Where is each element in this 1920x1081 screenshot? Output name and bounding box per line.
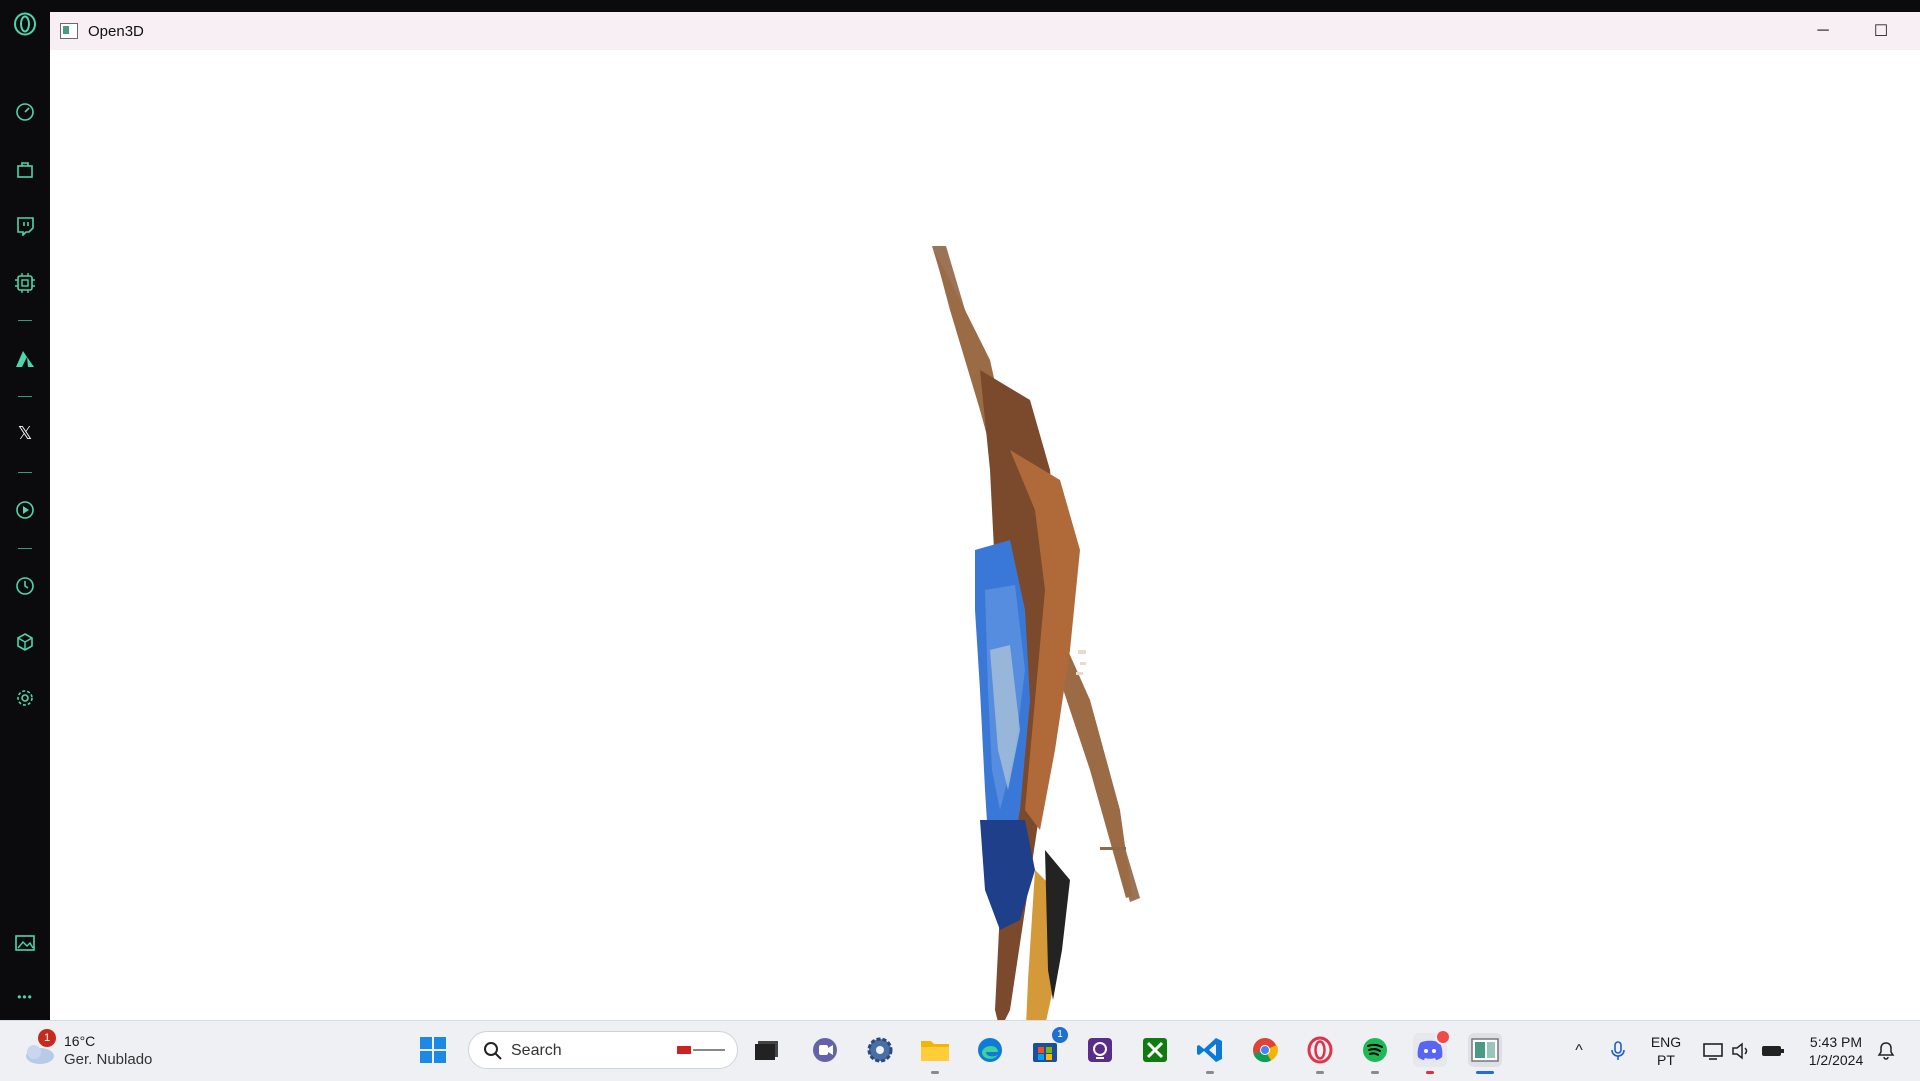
settings-icon[interactable]: [863, 1033, 897, 1067]
clock[interactable]: 5:43 PM 1/2/2024: [1798, 1033, 1874, 1069]
store-badge: 1: [1052, 1027, 1068, 1043]
volume-icon[interactable]: [1729, 1021, 1753, 1081]
discord-icon[interactable]: [1413, 1029, 1451, 1074]
running-indicator: [1206, 1071, 1214, 1074]
weather-temperature: 16°C: [64, 1033, 96, 1049]
chrome-icon[interactable]: [1248, 1033, 1282, 1067]
open3d-taskbar-icon[interactable]: [1468, 1033, 1502, 1074]
tray-chevron-icon[interactable]: ^: [1566, 1021, 1592, 1081]
sidebar-separator: [18, 472, 32, 473]
shop-icon[interactable]: [13, 157, 37, 181]
sidebar-separator: [18, 396, 32, 397]
maximize-button[interactable]: ☐: [1852, 12, 1910, 50]
app-icon[interactable]: [1083, 1033, 1117, 1067]
settings-gear-icon[interactable]: [13, 686, 37, 710]
history-icon[interactable]: [13, 574, 37, 598]
notification-center-icon[interactable]: [1874, 1021, 1898, 1081]
search-icon: [484, 1042, 502, 1060]
xbox-icon[interactable]: [1138, 1033, 1172, 1067]
edge-icon[interactable]: [973, 1033, 1007, 1067]
task-view-icon[interactable]: [750, 1033, 784, 1067]
battery-icon[interactable]: [1760, 1021, 1786, 1081]
search-highlight-icon: [677, 1046, 727, 1054]
aria-icon[interactable]: [13, 346, 37, 370]
3d-viewport[interactable]: [50, 50, 1920, 1020]
gx-control-icon[interactable]: [13, 271, 37, 295]
clock-date: 1/2/2024: [1808, 1052, 1864, 1068]
vscode-icon[interactable]: [1193, 1033, 1227, 1074]
twitch-icon[interactable]: [13, 214, 37, 238]
more-icon[interactable]: •••: [13, 985, 37, 1009]
search-label: Search: [511, 1042, 562, 1059]
extensions-cube-icon[interactable]: [13, 630, 37, 654]
window-titlebar[interactable]: Open3D ─ ☐: [50, 12, 1920, 50]
microphone-icon[interactable]: [1605, 1021, 1631, 1081]
speed-dial-icon[interactable]: [13, 100, 37, 124]
open3d-window: Open3D ─ ☐: [50, 12, 1920, 1020]
weather-badge: 1: [38, 1029, 56, 1047]
network-icon[interactable]: [1702, 1021, 1726, 1081]
language-primary: ENG: [1650, 1034, 1682, 1050]
running-indicator: [1426, 1071, 1434, 1074]
start-icon[interactable]: [416, 1033, 450, 1067]
teams-icon[interactable]: [808, 1033, 842, 1067]
minimize-button[interactable]: ─: [1794, 12, 1852, 50]
point-cloud-render: [932, 246, 1140, 1020]
spotify-icon[interactable]: [1358, 1033, 1392, 1074]
weather-description: Ger. Nublado: [64, 1051, 153, 1068]
player-icon[interactable]: [13, 498, 37, 522]
weather-widget[interactable]: 1 16°C Ger. Nublado: [20, 1029, 180, 1073]
x-twitter-icon[interactable]: 𝕏: [13, 421, 37, 445]
language-indicator[interactable]: ENG PT: [1644, 1033, 1688, 1069]
search-box[interactable]: Search: [468, 1031, 738, 1069]
opera-logo-icon[interactable]: [13, 12, 37, 36]
file-explorer-icon[interactable]: [918, 1033, 952, 1074]
windows-taskbar: 1 16°C Ger. Nublado Search 1 ^ ENG PT 5:…: [0, 1020, 1920, 1081]
sidebar-separator: [18, 548, 32, 549]
sidebar-separator: [18, 320, 32, 321]
clock-time: 5:43 PM: [1809, 1034, 1863, 1050]
microsoft-store-icon[interactable]: 1: [1028, 1027, 1068, 1067]
running-indicator: [1371, 1071, 1379, 1074]
open3d-app-icon: [60, 23, 78, 39]
running-indicator: [931, 1071, 939, 1074]
running-indicator: [1316, 1071, 1324, 1074]
active-indicator: [1476, 1071, 1494, 1074]
wallpaper-icon[interactable]: [13, 931, 37, 955]
browser-top-strip: [50, 0, 1920, 12]
window-title: Open3D: [88, 22, 144, 40]
opera-gx-icon[interactable]: [1303, 1033, 1337, 1074]
notification-dot-icon: [1435, 1029, 1451, 1045]
opera-sidebar: 𝕏 •••: [0, 0, 50, 1020]
language-layout: PT: [1657, 1052, 1675, 1068]
